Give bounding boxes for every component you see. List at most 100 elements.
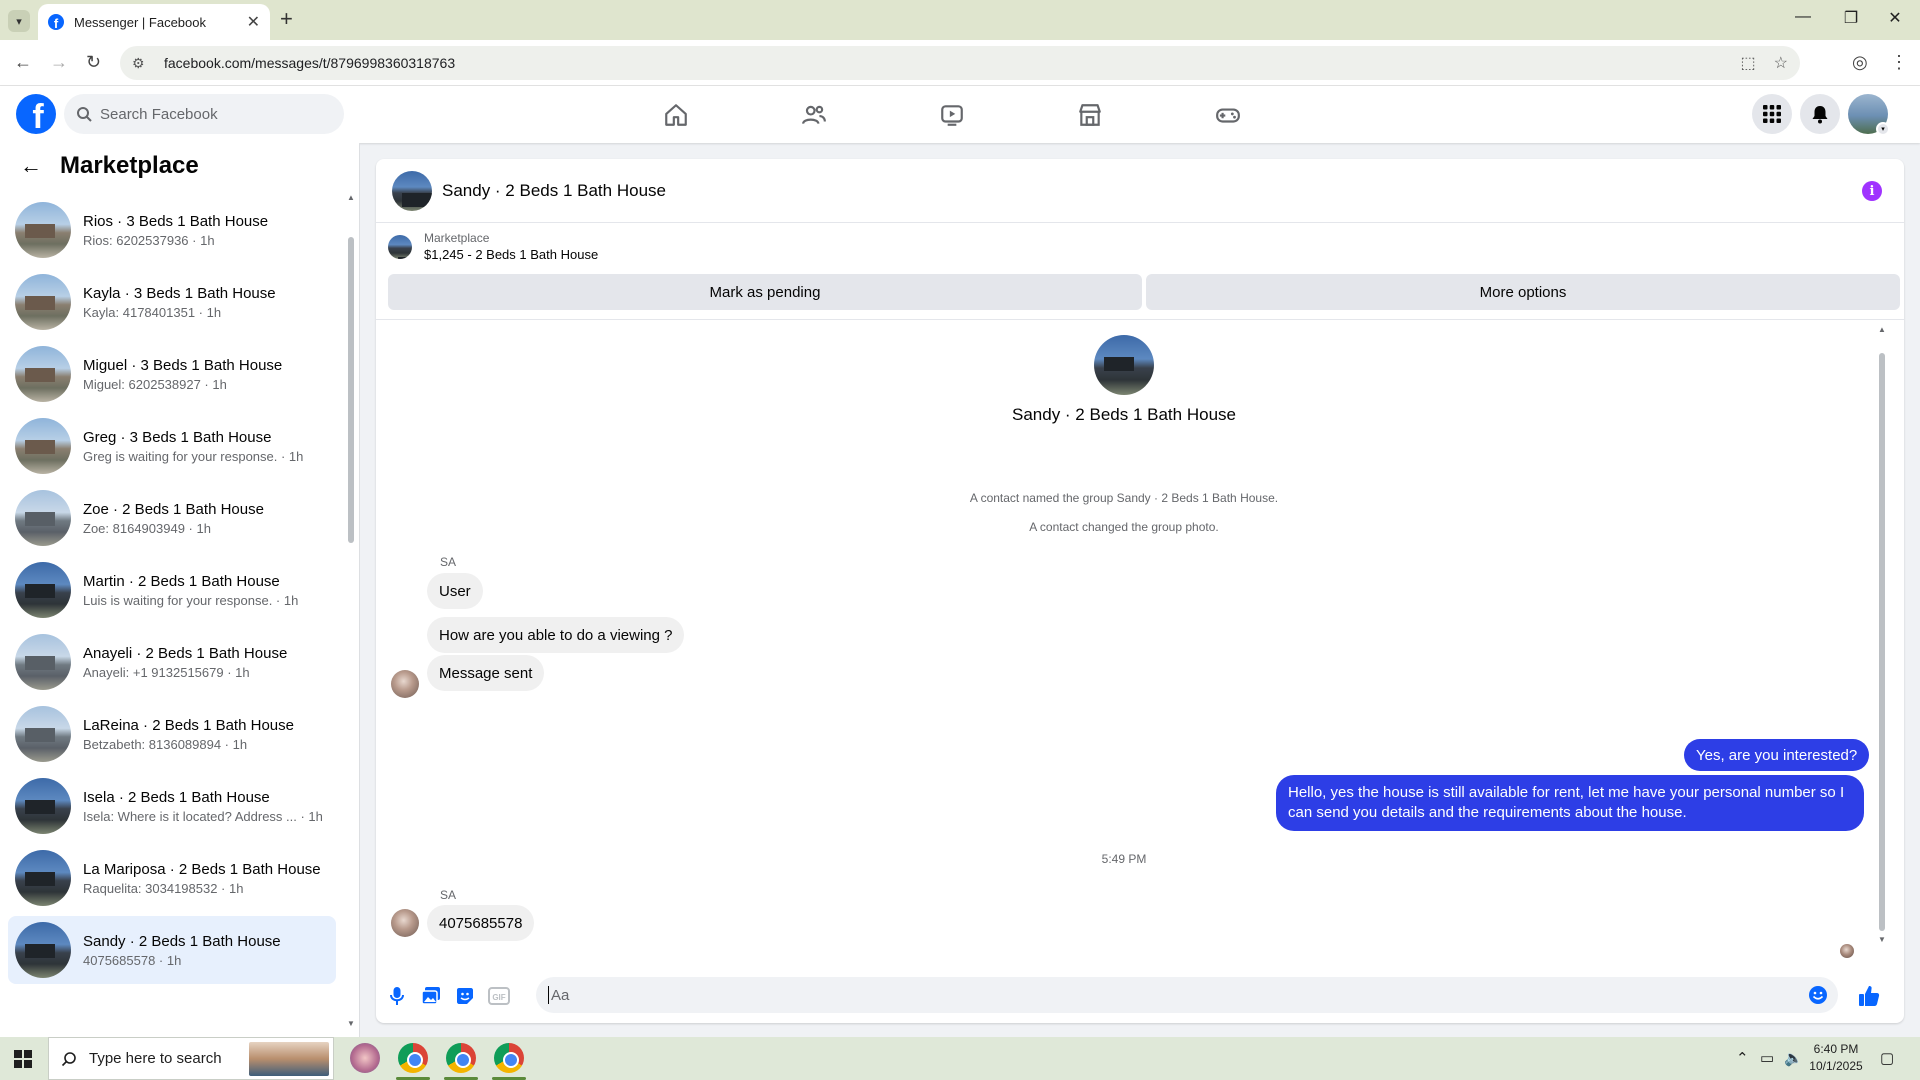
conversation-item[interactable]: Rios · 3 Beds 1 Bath House Rios: 62025379… bbox=[8, 196, 336, 264]
reload-icon[interactable]: ↻ bbox=[86, 52, 101, 73]
conversation-name: La Mariposa · 2 Beds 1 Bath House bbox=[83, 860, 321, 878]
volume-icon[interactable]: 🔈 bbox=[1784, 1049, 1803, 1067]
incoming-message[interactable]: User bbox=[427, 573, 483, 609]
conversation-preview: Rios: 6202537936 · 1h bbox=[83, 232, 215, 248]
conversation-item[interactable]: La Mariposa · 2 Beds 1 Bath House Raqueli… bbox=[8, 844, 336, 912]
url-text[interactable]: facebook.com/messages/t/8796998360318763 bbox=[164, 55, 1723, 71]
marketplace-conversations-panel: ← Marketplace Carina · 2 Beds 1 Bath Hou… bbox=[0, 143, 360, 1037]
scroll-down-icon[interactable]: ▼ bbox=[1878, 935, 1886, 944]
conversation-item[interactable]: Sandy · 2 Beds 1 Bath House 4075685578 · … bbox=[8, 916, 336, 984]
conversation-item[interactable]: Isela · 2 Beds 1 Bath House Isela: Where … bbox=[8, 772, 336, 840]
back-icon[interactable]: ← bbox=[14, 52, 32, 73]
outgoing-message[interactable]: Hello, yes the house is still available … bbox=[1276, 775, 1864, 831]
message-input[interactable]: Aa bbox=[536, 977, 1838, 1013]
panel-header: ← Marketplace bbox=[0, 143, 359, 189]
close-tab-icon[interactable]: ✕ bbox=[247, 12, 260, 32]
chrome-icon[interactable] bbox=[494, 1043, 524, 1073]
chrome-icon[interactable] bbox=[446, 1043, 476, 1073]
conversation-item[interactable]: Miguel · 3 Beds 1 Bath House Miguel: 6202… bbox=[8, 340, 336, 408]
listing-summary[interactable]: Marketplace $1,245 - 2 Beds 1 Bath House bbox=[388, 231, 598, 262]
conversation-item[interactable]: Zoe · 2 Beds 1 Bath House Zoe: 8164903949… bbox=[8, 484, 336, 552]
gif-icon[interactable]: GIF bbox=[488, 985, 510, 1007]
emoji-icon[interactable] bbox=[1808, 985, 1828, 1005]
more-options-button[interactable]: More options bbox=[1146, 274, 1900, 310]
browser-tab[interactable]: f Messenger | Facebook ✕ bbox=[38, 4, 270, 40]
browser-menu-icon[interactable]: ⋮ bbox=[1890, 52, 1908, 73]
chevron-up-icon[interactable]: ⌃ bbox=[1736, 1049, 1749, 1067]
divider bbox=[376, 319, 1904, 320]
scrollbar-thumb[interactable] bbox=[348, 237, 354, 543]
taskbar-search-box[interactable]: Type here to search bbox=[48, 1037, 334, 1080]
chrome-icon[interactable] bbox=[398, 1043, 428, 1073]
facebook-logo-icon[interactable]: f bbox=[16, 94, 56, 134]
address-bar-row: ← → ↻ ⚙ facebook.com/messages/t/87969983… bbox=[0, 40, 1920, 86]
scroll-down-icon[interactable]: ▼ bbox=[347, 1019, 355, 1028]
scrollbar-thumb[interactable] bbox=[1879, 353, 1885, 931]
incoming-message[interactable]: 4075685578 bbox=[427, 905, 535, 941]
network-icon[interactable]: ▭ bbox=[1760, 1049, 1774, 1067]
back-arrow-icon[interactable]: ← bbox=[20, 153, 42, 179]
install-app-icon[interactable]: ⬚ bbox=[1741, 53, 1756, 73]
gaming-tab[interactable] bbox=[1172, 86, 1284, 143]
info-icon[interactable]: i bbox=[1862, 181, 1882, 201]
sticker-icon[interactable] bbox=[454, 985, 476, 1007]
conversation-text: Isela · 2 Beds 1 Bath House Isela: Where … bbox=[83, 789, 323, 824]
facebook-search-input[interactable]: Search Facebook bbox=[64, 94, 344, 134]
incoming-message[interactable]: How are you able to do a viewing ? bbox=[427, 617, 685, 653]
chat-scrollbar[interactable]: ▲ ▼ bbox=[1876, 325, 1888, 945]
search-icon bbox=[61, 1051, 76, 1066]
conversation-item[interactable]: Kayla · 3 Beds 1 Bath House Kayla: 417840… bbox=[8, 268, 336, 336]
site-settings-icon[interactable]: ⚙ bbox=[132, 55, 150, 72]
home-tab[interactable] bbox=[620, 86, 732, 143]
incoming-message[interactable]: Message sent bbox=[427, 655, 545, 691]
minimize-icon[interactable]: — bbox=[1780, 8, 1826, 26]
tab-search-dropdown-icon[interactable]: ▾ bbox=[8, 10, 30, 32]
conversation-item[interactable]: Anayeli · 2 Beds 1 Bath House Anayeli: +1… bbox=[8, 628, 336, 696]
sender-avatar[interactable] bbox=[391, 909, 419, 937]
conversation-item[interactable]: Martin · 2 Beds 1 Bath House Luis is wait… bbox=[8, 556, 336, 624]
listing-title: $1,245 - 2 Beds 1 Bath House bbox=[424, 247, 599, 262]
conversation-name: Miguel · 3 Beds 1 Bath House bbox=[83, 356, 283, 374]
sender-avatar[interactable] bbox=[391, 670, 419, 698]
bookmark-star-icon[interactable]: ☆ bbox=[1774, 53, 1788, 73]
menu-button[interactable] bbox=[1752, 94, 1792, 134]
notification-center-icon[interactable]: ▢ bbox=[1880, 1049, 1894, 1067]
conversation-text: Rios · 3 Beds 1 Bath House Rios: 62025379… bbox=[83, 213, 268, 248]
new-tab-icon[interactable]: + bbox=[280, 8, 293, 30]
scroll-up-icon[interactable]: ▲ bbox=[1878, 325, 1886, 334]
photo-icon[interactable] bbox=[420, 985, 442, 1007]
system-clock[interactable]: 6:40 PM 10/1/2025 bbox=[1806, 1041, 1866, 1075]
profile-icon[interactable]: ◎ bbox=[1852, 52, 1868, 73]
conversation-preview: Greg is waiting for your response. · 1h bbox=[83, 448, 304, 464]
mark-as-pending-button[interactable]: Mark as pending bbox=[388, 274, 1142, 310]
forward-icon[interactable]: → bbox=[50, 52, 68, 73]
url-bar[interactable]: ⚙ facebook.com/messages/t/87969983603187… bbox=[120, 46, 1800, 80]
scroll-up-icon[interactable]: ▲ bbox=[347, 193, 355, 202]
taskbar-app-icon[interactable] bbox=[350, 1043, 380, 1073]
restore-icon[interactable]: ❐ bbox=[1828, 8, 1874, 28]
microphone-icon[interactable] bbox=[386, 985, 408, 1007]
search-icon bbox=[77, 107, 92, 122]
conversation-item[interactable]: LaReina · 2 Beds 1 Bath House Betzabeth: … bbox=[8, 700, 336, 768]
account-avatar[interactable]: ▾ bbox=[1848, 94, 1890, 136]
group-avatar[interactable] bbox=[392, 170, 432, 211]
conversation-preview: Betzabeth: 8136089894 · 1h bbox=[83, 736, 248, 752]
read-receipt-avatar bbox=[1840, 944, 1854, 958]
thumbs-up-icon[interactable] bbox=[1856, 983, 1882, 1009]
tab-title: Messenger | Facebook bbox=[74, 14, 206, 30]
home-icon bbox=[665, 103, 687, 126]
friends-tab[interactable] bbox=[758, 86, 870, 143]
chat-title[interactable]: Sandy · 2 Beds 1 Bath House bbox=[442, 181, 666, 201]
panel-scrollbar[interactable]: ▲ ▼ bbox=[347, 193, 355, 1031]
group-intro-avatar bbox=[1094, 335, 1154, 395]
conversation-preview: Isela: Where is it located? Address ... … bbox=[83, 808, 323, 824]
windows-start-icon[interactable] bbox=[14, 1050, 32, 1068]
outgoing-message[interactable]: Yes, are you interested? bbox=[1684, 739, 1870, 771]
marketplace-tab[interactable] bbox=[1034, 86, 1146, 143]
notifications-button[interactable] bbox=[1800, 94, 1840, 134]
taskbar-search-placeholder: Type here to search bbox=[89, 1050, 222, 1067]
watch-tab[interactable] bbox=[896, 86, 1008, 143]
conversation-name: Martin · 2 Beds 1 Bath House bbox=[83, 572, 280, 590]
conversation-item[interactable]: Greg · 3 Beds 1 Bath House Greg is waitin… bbox=[8, 412, 336, 480]
close-window-icon[interactable]: ✕ bbox=[1872, 8, 1918, 28]
